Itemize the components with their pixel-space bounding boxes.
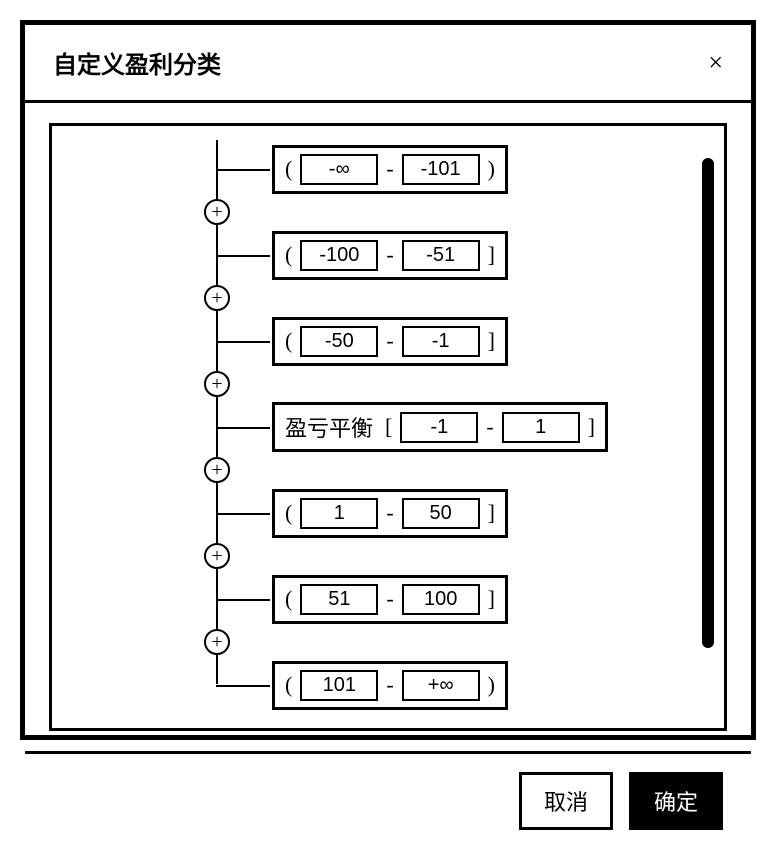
range-box: ( 51 - 100 ]: [272, 575, 508, 624]
add-row: +: [176, 628, 680, 656]
range-from-input[interactable]: 1: [300, 498, 378, 529]
range-to-input[interactable]: 50: [402, 498, 480, 529]
add-row: +: [176, 370, 680, 398]
dialog: 自定义盈利分类 × ( -∞ - -101 ): [20, 20, 756, 740]
open-bracket: (: [285, 672, 292, 698]
open-bracket: (: [285, 242, 292, 268]
open-bracket: (: [285, 586, 292, 612]
close-bracket: ]: [488, 328, 495, 354]
close-bracket: ]: [488, 242, 495, 268]
plus-icon: +: [211, 288, 222, 308]
add-range-button[interactable]: +: [204, 629, 230, 655]
plus-icon: +: [211, 632, 222, 652]
dialog-body: ( -∞ - -101 ) + ( -100 -: [25, 103, 751, 751]
range-box: ( 1 - 50 ]: [272, 489, 508, 538]
range-row: ( 101 - +∞ ): [176, 656, 680, 714]
ok-button[interactable]: 确定: [629, 772, 723, 830]
tree-connector: [216, 685, 270, 687]
range-dash: -: [386, 242, 393, 268]
close-bracket: ]: [488, 586, 495, 612]
open-bracket: (: [285, 156, 292, 182]
add-row: +: [176, 284, 680, 312]
tree-connector: [216, 341, 270, 343]
range-to-input[interactable]: -51: [402, 240, 480, 271]
open-bracket: (: [285, 500, 292, 526]
close-bracket: ): [488, 672, 495, 698]
add-range-button[interactable]: +: [204, 371, 230, 397]
dialog-title: 自定义盈利分类: [53, 45, 221, 80]
plus-icon: +: [211, 546, 222, 566]
tree-connector: [216, 599, 270, 601]
range-dash: -: [386, 672, 393, 698]
add-row: +: [176, 198, 680, 226]
cancel-button[interactable]: 取消: [519, 772, 613, 830]
range-row: ( 1 - 50 ]: [176, 484, 680, 542]
tree-connector: [216, 255, 270, 257]
range-row: ( -∞ - -101 ): [176, 140, 680, 198]
tree-connector: [216, 427, 270, 429]
range-to-input[interactable]: +∞: [402, 670, 480, 701]
range-to-input[interactable]: 100: [402, 584, 480, 615]
range-row: ( 51 - 100 ]: [176, 570, 680, 628]
range-tree: ( -∞ - -101 ) + ( -100 -: [176, 140, 680, 714]
scroll-area: ( -∞ - -101 ) + ( -100 -: [49, 123, 727, 731]
close-icon[interactable]: ×: [708, 48, 723, 78]
breakeven-label: 盈亏平衡: [285, 411, 373, 443]
range-row: ( -50 - -1 ]: [176, 312, 680, 370]
plus-icon: +: [211, 374, 222, 394]
range-row: ( -100 - -51 ]: [176, 226, 680, 284]
open-bracket: [: [385, 414, 392, 440]
dialog-footer: 取消 确定: [25, 751, 751, 848]
titlebar: 自定义盈利分类 ×: [25, 25, 751, 103]
range-from-input[interactable]: -∞: [300, 154, 378, 185]
tree-connector: [216, 513, 270, 515]
range-from-input[interactable]: -50: [300, 326, 378, 357]
add-range-button[interactable]: +: [204, 543, 230, 569]
add-range-button[interactable]: +: [204, 199, 230, 225]
add-row: +: [176, 542, 680, 570]
range-from-input[interactable]: -1: [400, 412, 478, 443]
range-row-breakeven: 盈亏平衡 [ -1 - 1 ]: [176, 398, 680, 456]
range-box: ( -100 - -51 ]: [272, 231, 508, 280]
range-box: ( -50 - -1 ]: [272, 317, 508, 366]
scrollbar-thumb[interactable]: [702, 158, 714, 648]
range-dash: -: [386, 328, 393, 354]
range-box: ( 101 - +∞ ): [272, 661, 508, 710]
close-bracket: ): [488, 156, 495, 182]
range-from-input[interactable]: 51: [300, 584, 378, 615]
range-to-input[interactable]: 1: [502, 412, 580, 443]
plus-icon: +: [211, 202, 222, 222]
close-bracket: ]: [588, 414, 595, 440]
close-bracket: ]: [488, 500, 495, 526]
range-from-input[interactable]: -100: [300, 240, 378, 271]
tree-connector: [216, 169, 270, 171]
range-box: ( -∞ - -101 ): [272, 145, 508, 194]
range-dash: -: [386, 586, 393, 612]
add-row: +: [176, 456, 680, 484]
range-to-input[interactable]: -1: [402, 326, 480, 357]
plus-icon: +: [211, 460, 222, 480]
range-to-input[interactable]: -101: [402, 154, 480, 185]
add-range-button[interactable]: +: [204, 457, 230, 483]
range-dash: -: [386, 156, 393, 182]
range-dash: -: [486, 414, 493, 440]
range-from-input[interactable]: 101: [300, 670, 378, 701]
open-bracket: (: [285, 328, 292, 354]
range-box: 盈亏平衡 [ -1 - 1 ]: [272, 402, 608, 452]
range-dash: -: [386, 500, 393, 526]
add-range-button[interactable]: +: [204, 285, 230, 311]
